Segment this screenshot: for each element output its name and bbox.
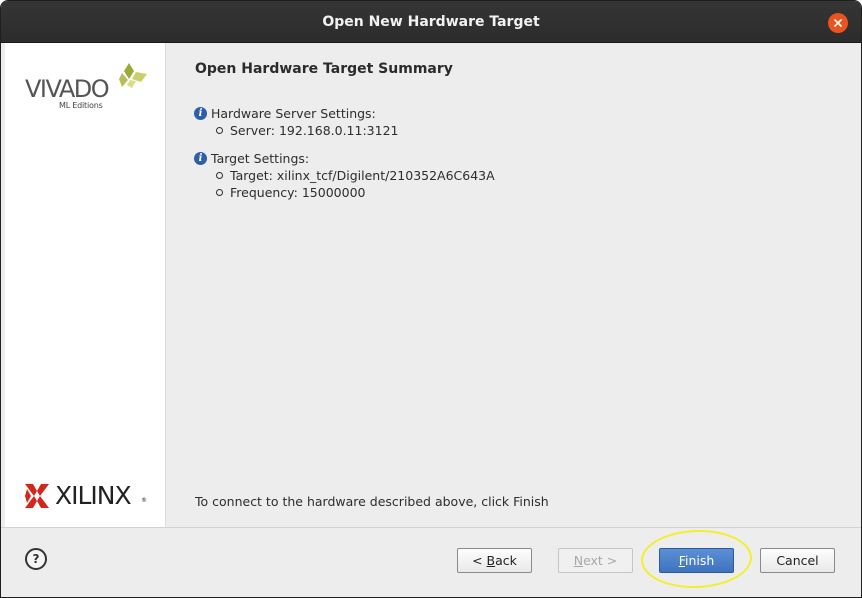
dialog-window: Open New Hardware Target VIVADO ML Editi…: [0, 0, 862, 598]
back-button[interactable]: < Back: [457, 548, 532, 573]
section-heading: i Hardware Server Settings:: [194, 105, 398, 122]
branding-panel: VIVADO ML Editions XILINX ®: [5, 43, 166, 527]
help-icon: ?: [32, 552, 40, 566]
instruction-text: To connect to the hardware described abo…: [195, 494, 549, 509]
bullet-icon: [216, 189, 223, 196]
server-value: Server: 192.168.0.11:3121: [230, 123, 399, 138]
button-bar: ? < Back Next > Finish Cancel: [1, 527, 861, 597]
list-item: Target: xilinx_tcf/Digilent/210352A6C643…: [194, 167, 495, 184]
list-item: Server: 192.168.0.11:3121: [194, 122, 398, 139]
summary-panel: Open Hardware Target Summary i Hardware …: [167, 43, 859, 527]
next-button[interactable]: Next >: [558, 548, 633, 573]
info-icon: i: [194, 107, 207, 120]
vivado-leaf-icon: [119, 63, 147, 88]
vivado-logo: VIVADO ML Editions: [25, 63, 150, 118]
vivado-edition-label: ML Editions: [59, 101, 103, 110]
back-label-prefix: <: [472, 553, 487, 568]
next-label-rest: ext >: [583, 553, 618, 568]
close-button[interactable]: [828, 13, 848, 33]
back-label-rest: ack: [495, 553, 517, 568]
hardware-server-section: i Hardware Server Settings: Server: 192.…: [194, 105, 398, 139]
xilinx-wordmark: XILINX: [55, 481, 132, 510]
cancel-button[interactable]: Cancel: [760, 548, 835, 573]
xilinx-x-icon: [25, 484, 49, 508]
section-heading: i Target Settings:: [194, 150, 495, 167]
bullet-icon: [216, 127, 223, 134]
window-title: Open New Hardware Target: [322, 14, 540, 30]
bullet-icon: [216, 172, 223, 179]
list-item: Frequency: 15000000: [194, 184, 495, 201]
xilinx-logo: XILINX ®: [25, 481, 155, 511]
section-heading-label: Target Settings:: [211, 151, 310, 166]
target-value: Target: xilinx_tcf/Digilent/210352A6C643…: [230, 168, 495, 183]
frequency-value: Frequency: 15000000: [230, 185, 366, 200]
page-title: Open Hardware Target Summary: [195, 61, 453, 77]
back-mnemonic: B: [486, 553, 496, 568]
vivado-wordmark: VIVADO: [25, 75, 110, 103]
info-icon: i: [194, 152, 207, 165]
target-section: i Target Settings: Target: xilinx_tcf/Di…: [194, 150, 495, 201]
next-mnemonic: N: [573, 553, 584, 568]
finish-button[interactable]: Finish: [659, 548, 734, 573]
close-icon: [834, 19, 842, 27]
title-bar[interactable]: Open New Hardware Target: [1, 1, 861, 43]
help-button[interactable]: ?: [25, 548, 47, 570]
registered-mark: ®: [141, 497, 147, 504]
finish-label-rest: inish: [684, 553, 715, 568]
section-heading-label: Hardware Server Settings:: [211, 106, 376, 121]
